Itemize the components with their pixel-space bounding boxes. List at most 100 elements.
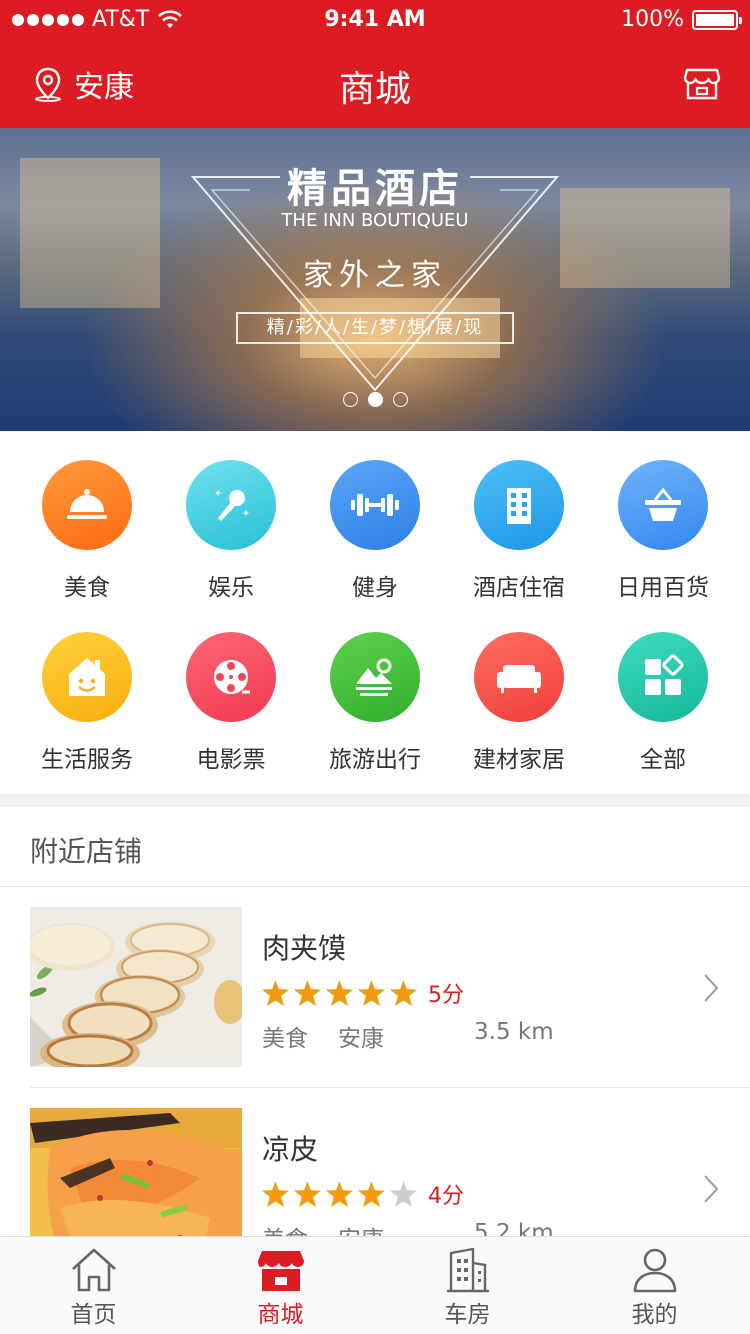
shop-distance: 5.2 km <box>474 1220 554 1237</box>
hero-banner[interactable]: 精品酒店 THE INN BOUTIQUEU 家外之家 精/彩/人/生/梦/想/… <box>0 128 750 431</box>
shop-thumbnail <box>30 1108 242 1237</box>
person-icon <box>633 1248 676 1293</box>
battery-percent: 100% <box>621 7 684 32</box>
tab-car-house[interactable]: 车房 <box>374 1237 561 1334</box>
category-label: 美食 <box>64 575 110 601</box>
roujiamo-photo <box>30 907 242 1067</box>
shop-category: 美食 <box>262 1026 308 1052</box>
shop-name: 凉皮 <box>262 1133 319 1166</box>
category-all[interactable]: 全部 <box>588 632 738 774</box>
home-icon <box>71 1248 116 1292</box>
category-food[interactable]: 美食 <box>12 460 162 602</box>
star-filled-icon <box>294 1181 321 1207</box>
pagination-dot[interactable] <box>342 392 358 407</box>
tab-mine[interactable]: 我的 <box>561 1237 748 1334</box>
tab-label: 车房 <box>444 1302 491 1328</box>
building-icon <box>446 1247 489 1293</box>
store-icon <box>257 1251 304 1291</box>
category-icon-circle <box>474 460 564 550</box>
category-label: 生活服务 <box>41 747 133 773</box>
shop-rating: 4分 <box>262 1178 464 1210</box>
category-travel[interactable]: 旅游出行 <box>300 632 450 774</box>
nearby-shops-section: 附近店铺 肉夹馍 5分 美食 安康 3.5 km 凉皮 4分 5.2 km <box>0 807 750 1237</box>
category-icon-circle <box>42 460 132 550</box>
pagination-dot-active[interactable] <box>367 392 383 407</box>
page-title: 商城 <box>338 69 411 110</box>
shop-meta: 美食 安康 5.2 km <box>262 1220 584 1237</box>
tab-mall[interactable]: 商城 <box>187 1237 374 1334</box>
category-movie-ticket[interactable]: 电影票 <box>156 632 306 774</box>
bottom-tab-bar: 首页 商城 车房 我的 <box>0 1236 750 1334</box>
landscape-icon <box>356 658 392 696</box>
shop-score: 5分 <box>428 983 464 1008</box>
liangpi-photo <box>30 1108 242 1237</box>
smile-house-icon <box>69 658 105 696</box>
nav-bar: 安康 商城 <box>0 40 750 128</box>
category-icon-circle <box>42 632 132 722</box>
tab-home[interactable]: 首页 <box>0 1237 187 1334</box>
tab-label: 商城 <box>257 1302 304 1328</box>
battery-icon <box>692 9 742 30</box>
category-label: 全部 <box>640 747 686 773</box>
category-icon-circle <box>330 632 420 722</box>
film-reel-icon <box>214 660 250 694</box>
banner-title: 精品酒店 <box>287 166 463 212</box>
shop-list-item[interactable]: 肉夹馍 5分 美食 安康 3.5 km <box>30 907 750 1067</box>
category-icon-circle <box>618 460 708 550</box>
banner-pagination <box>0 392 750 407</box>
category-fitness[interactable]: 健身 <box>300 460 450 602</box>
category-label: 酒店住宿 <box>473 575 565 601</box>
category-label: 日用百货 <box>617 575 709 601</box>
category-label: 电影票 <box>196 747 266 773</box>
star-filled-icon <box>262 980 289 1006</box>
category-hotel[interactable]: 酒店住宿 <box>444 460 594 602</box>
category-daily-goods[interactable]: 日用百货 <box>588 460 738 602</box>
grid-icon <box>645 654 684 695</box>
pagination-dot[interactable] <box>392 392 408 407</box>
category-label: 旅游出行 <box>329 747 421 773</box>
section-title: 附近店铺 <box>0 807 750 887</box>
store-icon <box>683 68 721 100</box>
basket-icon <box>645 487 681 521</box>
star-filled-icon <box>326 1181 353 1207</box>
top-bar: AT&T 9:41 AM 100% 安康 商城 <box>0 0 750 128</box>
banner-motto: 精/彩/人/生/梦/想/展/现 <box>236 312 514 344</box>
category-icon-circle <box>330 460 420 550</box>
microphone-icon <box>215 490 249 521</box>
star-filled-icon <box>358 1181 385 1207</box>
star-empty-icon <box>390 1181 417 1207</box>
star-filled-icon <box>358 980 385 1006</box>
shop-name: 肉夹馍 <box>262 932 347 965</box>
category-life-service[interactable]: 生活服务 <box>12 632 162 774</box>
star-filled-icon <box>294 980 321 1006</box>
food-cloche-icon <box>67 489 107 519</box>
banner-subtitle: THE INN BOUTIQUEU <box>281 210 469 231</box>
chevron-right-icon <box>704 1175 719 1203</box>
shop-area: 安康 <box>338 1026 384 1052</box>
shop-meta: 美食 安康 3.5 km <box>262 1019 584 1053</box>
star-filled-icon <box>262 1181 289 1207</box>
tab-label: 首页 <box>70 1302 117 1328</box>
status-bar: AT&T 9:41 AM 100% <box>0 0 750 40</box>
category-grid: 美食 娱乐 健身 酒店住宿 日用百货 生活服务 电影票 旅游出行 建材家居 全部 <box>0 431 750 794</box>
tab-label: 我的 <box>631 1302 678 1328</box>
category-icon-circle <box>186 460 276 550</box>
star-filled-icon <box>326 980 353 1006</box>
category-label: 健身 <box>352 575 398 601</box>
chevron-right-icon <box>704 974 719 1002</box>
category-entertainment[interactable]: 娱乐 <box>156 460 306 602</box>
banner-tagline: 家外之家 <box>303 258 447 293</box>
category-home-furnishing[interactable]: 建材家居 <box>444 632 594 774</box>
category-icon-circle <box>618 632 708 722</box>
list-divider <box>30 1087 750 1088</box>
category-label: 娱乐 <box>208 575 254 601</box>
sofa-icon <box>497 665 541 693</box>
shop-score: 4分 <box>428 1184 464 1209</box>
category-label: 建材家居 <box>473 747 565 773</box>
building-icon <box>507 488 531 524</box>
shop-rating: 5分 <box>262 977 464 1009</box>
category-icon-circle <box>474 632 564 722</box>
shop-list-item[interactable]: 凉皮 4分 美食 安康 5.2 km <box>30 1108 750 1237</box>
store-button[interactable] <box>682 62 722 106</box>
shop-distance: 3.5 km <box>474 1019 554 1045</box>
